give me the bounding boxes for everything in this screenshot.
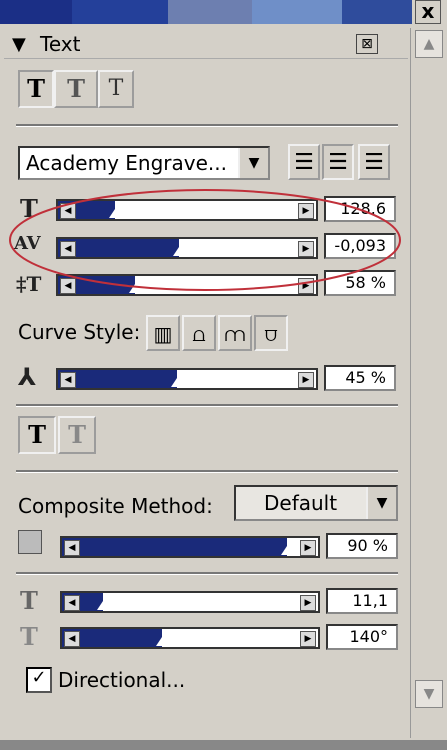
kerning-slider[interactable]: ◀ ▶ (56, 237, 318, 259)
opacity-value[interactable]: 90 % (326, 533, 398, 559)
divider (16, 124, 398, 127)
depth-value[interactable]: 11,1 (326, 588, 398, 614)
curve-flat-icon[interactable]: ▥ (146, 315, 180, 351)
effect-extrude-button[interactable]: T (58, 416, 96, 454)
scroll-down-icon[interactable]: ▼ (415, 680, 443, 708)
font-size-value[interactable]: 128.6 (324, 196, 396, 222)
align-center-button[interactable]: ☰ (322, 144, 354, 180)
composite-method-label: Composite Method: (18, 494, 213, 518)
panel-close-icon[interactable]: ⊠ (356, 34, 378, 54)
curve-amount-value[interactable]: 45 % (324, 365, 396, 391)
text-style-shadow-button[interactable]: T (54, 70, 98, 108)
composite-method-select[interactable]: Default ▼ (234, 485, 398, 521)
text-style-plain-button[interactable]: T (18, 70, 54, 108)
directional-label[interactable]: Directional... (58, 668, 185, 692)
font-select[interactable]: Academy Engrave... ▼ (18, 146, 270, 180)
divider (16, 470, 398, 473)
vertical-scrollbar[interactable]: ▲ ▼ (410, 28, 445, 738)
panel-title: Text (40, 32, 81, 56)
leading-icon: ‡T (16, 272, 42, 296)
align-left-button[interactable]: ☰ (288, 144, 320, 180)
font-size-slider[interactable]: ◀ ▶ (56, 199, 318, 221)
angle-icon: T (20, 622, 38, 651)
angle-value[interactable]: 140° (326, 624, 398, 650)
text-style-outline-button[interactable]: T (98, 70, 134, 108)
align-right-button[interactable]: ☰ (358, 144, 390, 180)
effect-shadow-button[interactable]: T (18, 416, 56, 454)
curve-arch-icon[interactable]: ⩍ (182, 315, 216, 351)
scroll-up-icon[interactable]: ▲ (415, 30, 443, 58)
leading-value[interactable]: 58 % (324, 270, 396, 296)
text-panel: ▼ Text ⊠ T T T Academy Engrave... ▼ ☰ ☰ … (4, 28, 408, 738)
opacity-slider[interactable]: ◀ ▶ (60, 536, 320, 558)
composite-method-value: Default (264, 491, 338, 515)
panel-header: ▼ Text ⊠ (4, 30, 408, 59)
window-close-button[interactable]: x (415, 0, 441, 24)
divider (16, 404, 398, 407)
depth-slider[interactable]: ◀ ▶ (60, 591, 320, 613)
triangle-down-icon[interactable]: ▼ (238, 148, 268, 178)
font-size-icon: T (20, 194, 38, 223)
curve-bulge-icon[interactable]: ⩌ (254, 315, 288, 351)
kerning-value[interactable]: -0,093 (324, 233, 396, 259)
kerning-icon: AV (14, 233, 41, 254)
curve-wave-icon[interactable]: ⩋ (218, 315, 252, 351)
top-color-strip (0, 0, 447, 28)
font-select-value: Academy Engrave... (26, 151, 227, 175)
curve-style-label: Curve Style: (18, 320, 141, 344)
collapse-triangle-icon[interactable]: ▼ (12, 34, 26, 55)
triangle-down-icon[interactable]: ▼ (366, 487, 396, 519)
curve-amount-icon: ⅄ (18, 362, 37, 391)
directional-checkbox[interactable]: ✓ (26, 667, 52, 693)
angle-slider[interactable]: ◀ ▶ (60, 627, 320, 649)
divider (16, 572, 398, 575)
bottom-strip (0, 740, 447, 750)
opacity-icon (18, 530, 42, 554)
leading-slider[interactable]: ◀ ▶ (56, 274, 318, 296)
curve-amount-slider[interactable]: ◀ ▶ (56, 368, 318, 390)
depth-icon: T (20, 586, 38, 615)
